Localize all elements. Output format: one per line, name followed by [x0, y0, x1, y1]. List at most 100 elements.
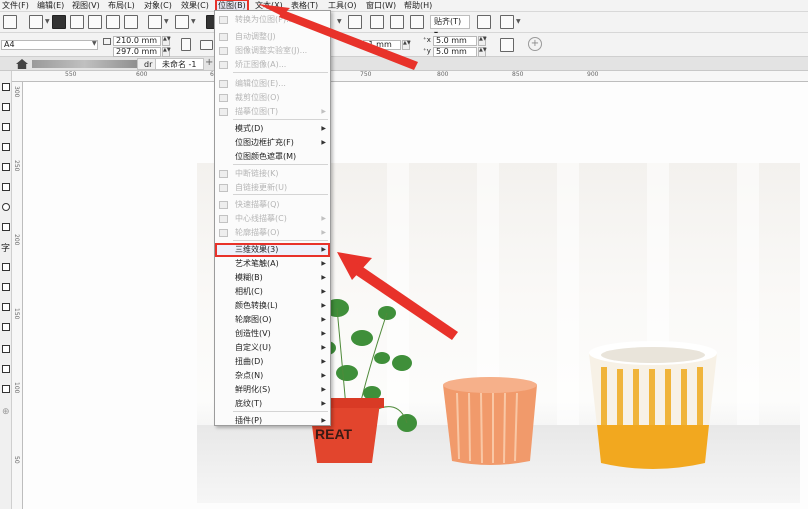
full-screen-icon[interactable]	[348, 15, 362, 29]
bitmap-menu-item[interactable]: 裁剪位图(O)	[215, 91, 330, 105]
bitmap-menu-item[interactable]: 底纹(T) ▶	[215, 397, 330, 411]
bitmap-menu-item[interactable]: 扭曲(D) ▶	[215, 355, 330, 369]
bitmap-menu-item[interactable]: 轮廓描摹(O) ▶	[215, 226, 330, 240]
bitmap-menu-item[interactable]: 描摹位图(T) ▶	[215, 105, 330, 119]
bitmap-menu-item[interactable]: 颜色转换(L) ▶	[215, 299, 330, 313]
vertical-ruler[interactable]: 300 250 200 150 100 50	[12, 82, 23, 509]
bitmap-menu-item[interactable]: 编辑位图(E)...	[215, 77, 330, 91]
menu-item-label: 模糊(B)	[235, 273, 263, 282]
ellipse-tool-icon[interactable]	[2, 203, 10, 211]
bitmap-menu-item[interactable]: 中心线描摹(C) ▶	[215, 212, 330, 226]
width-stepper[interactable]: ▲▼	[162, 36, 171, 46]
duplicate-y-field[interactable]: 5.0 mm	[433, 47, 477, 57]
smart-fill-icon[interactable]	[2, 385, 10, 393]
undo-icon[interactable]	[148, 15, 162, 29]
nudge-stepper[interactable]: ▲▼	[402, 40, 411, 50]
text-tool-icon[interactable]: 字	[1, 241, 10, 254]
interactive-fill-icon[interactable]	[2, 365, 10, 373]
chevron-down-icon[interactable]: ▼	[191, 18, 196, 25]
bitmap-menu-item[interactable]: 转换为位图(P)...	[215, 13, 330, 27]
bitmap-menu-item[interactable]: 自定义(U) ▶	[215, 341, 330, 355]
menu-window[interactable]: 窗口(W)	[366, 1, 396, 11]
guidelines-icon[interactable]	[410, 15, 424, 29]
landscape-icon[interactable]	[200, 40, 213, 50]
menu-file[interactable]: 文件(F)	[2, 1, 29, 11]
dup-y-stepper[interactable]: ▲▼	[478, 47, 487, 57]
bitmap-menu-item[interactable]: 轮廓图(O) ▶	[215, 313, 330, 327]
menu-object[interactable]: 对象(C)	[144, 1, 172, 11]
copy-icon[interactable]	[106, 15, 120, 29]
chevron-down-icon[interactable]: ▼	[92, 40, 97, 47]
chevron-down-icon[interactable]: ▼	[164, 18, 169, 25]
bitmap-menu-item[interactable]: 快速描摹(Q)	[215, 198, 330, 212]
page-size-select[interactable]: A4	[1, 40, 98, 50]
bitmap-menu-item[interactable]: 三维效果(3) ▶	[215, 243, 330, 257]
application-launcher-icon[interactable]	[500, 15, 514, 29]
menu-help[interactable]: 帮助(H)	[404, 1, 432, 11]
bitmap-menu-item[interactable]: 位图边框扩充(F) ▶	[215, 136, 330, 150]
bitmap-menu-item[interactable]: 矫正图像(A)...	[215, 58, 330, 72]
chevron-down-icon[interactable]: ▼	[45, 18, 50, 25]
transparency-icon[interactable]	[2, 323, 10, 331]
rectangle-tool-icon[interactable]	[2, 183, 10, 191]
save-icon[interactable]	[52, 15, 66, 29]
eyedropper-icon[interactable]	[2, 345, 10, 353]
height-stepper[interactable]: ▲▼	[162, 47, 171, 57]
page-height-field[interactable]: 297.0 mm	[113, 47, 161, 57]
page-width-field[interactable]: 210.0 mm	[113, 36, 161, 46]
cut-icon[interactable]	[88, 15, 102, 29]
duplicate-y-icon: ⁺y	[423, 47, 431, 55]
bitmap-menu-item[interactable]: 插件(P) ▶	[215, 414, 330, 428]
tab-document-2[interactable]: 未命名 -1	[155, 58, 204, 70]
menu-item-label: 底纹(T)	[235, 399, 263, 408]
menu-effects[interactable]: 效果(C)	[181, 1, 209, 11]
connector-tool-icon[interactable]	[2, 283, 10, 291]
zoom-tool-icon[interactable]	[2, 123, 10, 131]
paste-icon[interactable]	[124, 15, 138, 29]
bitmap-menu-item[interactable]: 自链接更新(U)	[215, 181, 330, 195]
menu-edit[interactable]: 编辑(E)	[37, 1, 64, 11]
freehand-tool-icon[interactable]	[2, 143, 10, 151]
bitmap-menu-item[interactable]: 中断链接(K)	[215, 167, 330, 181]
treat-as-filled-icon[interactable]	[500, 38, 514, 52]
snap-dropdown[interactable]: 贴齐(T) ▾	[430, 15, 470, 38]
bitmap-menu-item[interactable]: 自动调整(J)	[215, 30, 330, 44]
duplicate-x-field[interactable]: 5.0 mm	[433, 36, 477, 46]
portrait-icon[interactable]	[181, 38, 191, 51]
submenu-arrow-icon: ▶	[321, 229, 326, 236]
bitmap-menu-item[interactable]: 相机(C) ▶	[215, 285, 330, 299]
bitmap-menu-item[interactable]: 艺术笔触(A) ▶	[215, 257, 330, 271]
chevron-down-icon[interactable]: ▼	[337, 18, 342, 25]
add-tool-icon[interactable]: ⊕	[2, 407, 10, 417]
redo-icon[interactable]	[175, 15, 189, 29]
grid-icon[interactable]	[390, 15, 404, 29]
bitmap-menu-item[interactable]: 创造性(V) ▶	[215, 327, 330, 341]
chevron-down-icon[interactable]: ▼	[516, 18, 521, 25]
crop-tool-icon[interactable]	[2, 103, 10, 111]
menu-view[interactable]: 视图(V)	[72, 1, 100, 11]
bitmap-menu-item[interactable]: 鲜明化(S) ▶	[215, 383, 330, 397]
dimension-tool-icon[interactable]	[2, 263, 10, 271]
open-folder-icon[interactable]	[29, 15, 43, 29]
nudge-distance-field[interactable]: .1 mm	[363, 40, 401, 50]
home-icon[interactable]	[16, 59, 28, 69]
dup-x-stepper[interactable]: ▲▼	[478, 36, 487, 46]
bitmap-menu-item[interactable]: 位图颜色遮罩(M)	[215, 150, 330, 164]
bitmap-menu-item[interactable]: 模式(D) ▶	[215, 122, 330, 136]
drop-shadow-icon[interactable]	[2, 303, 10, 311]
add-tab-button[interactable]: +	[205, 57, 213, 68]
bitmap-menu-item[interactable]: 图像调整实验室(J)...	[215, 44, 330, 58]
menu-layout[interactable]: 布局(L)	[108, 1, 135, 11]
rulers-icon[interactable]	[370, 15, 384, 29]
bitmap-menu-item[interactable]: 杂点(N) ▶	[215, 369, 330, 383]
menu-tools[interactable]: 工具(O)	[328, 1, 357, 11]
shape-tool-icon[interactable]	[2, 83, 10, 91]
artistic-media-icon[interactable]	[2, 163, 10, 171]
horizontal-ruler[interactable]: 550 600 650 750 800 850 900	[12, 71, 808, 82]
new-document-icon[interactable]	[3, 15, 17, 29]
add-preset-icon[interactable]: +	[528, 37, 542, 51]
print-icon[interactable]	[70, 15, 84, 29]
options-gear-icon[interactable]	[477, 15, 491, 29]
polygon-tool-icon[interactable]	[2, 223, 10, 231]
bitmap-menu-item[interactable]: 模糊(B) ▶	[215, 271, 330, 285]
